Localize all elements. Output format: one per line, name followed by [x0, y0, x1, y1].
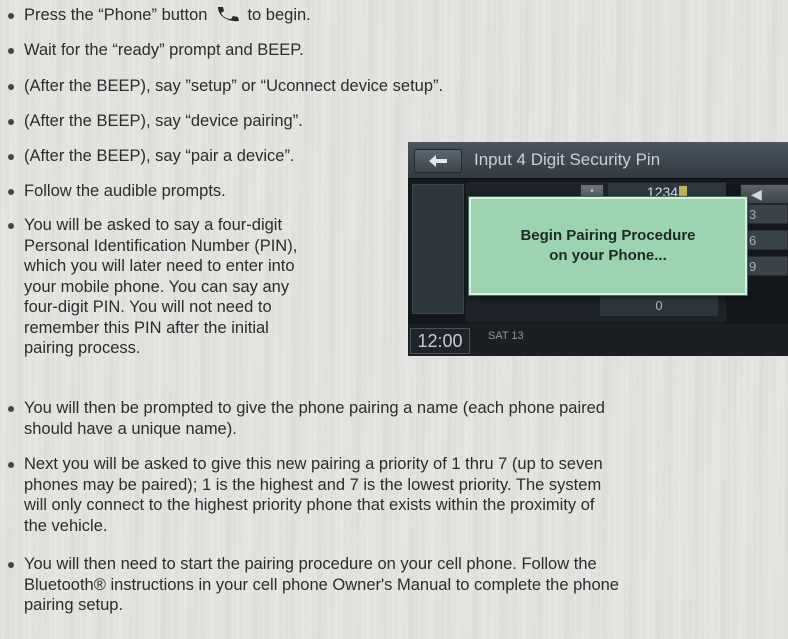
bullet-text: to begin. [247, 6, 311, 24]
key-9[interactable]: 9 [742, 256, 788, 276]
left-panel [412, 184, 464, 314]
bullet-line: which you will later need to enter into [24, 257, 295, 275]
dialog-line-2: on your Phone... [549, 247, 667, 264]
bullet-line: phones may be paired); 1 is the highest … [24, 475, 602, 494]
backspace-button[interactable]: ◀ [740, 184, 788, 204]
bullet-line: will only connect to the highest priorit… [24, 496, 595, 514]
bullet-line: You will be asked to say a four-digit [24, 216, 283, 234]
bullet-line: your mobile phone. You can say any [24, 277, 290, 296]
backspace-arrow-icon: ◀ [751, 186, 762, 202]
bullet-line: the vehicle. [24, 516, 108, 535]
bullet-wait-ready: Wait for the “ready” prompt and BEEP. [8, 40, 788, 61]
date-label: SAT 13 [488, 330, 524, 342]
bullet-text: Press the “Phone” button [24, 6, 208, 24]
bullet-line: pairing process. [24, 339, 141, 357]
bullet-line: Bluetooth® instructions in your cell pho… [24, 575, 619, 594]
bullet-pin-info: You will be asked to say a four-digit Pe… [8, 215, 394, 359]
bullet-line: You will then need to start the pairing … [24, 555, 597, 573]
bullet-cell-phone-procedure: You will then need to start the pairing … [8, 554, 788, 616]
bullet-line: pairing setup. [24, 596, 124, 614]
bullet-name-pairing: You will then be prompted to give the ph… [8, 398, 788, 439]
phone-handset-icon [215, 6, 241, 22]
back-arrow-icon [429, 155, 447, 167]
clock: 12:00 [410, 328, 470, 354]
pairing-dialog: Begin Pairing Procedure on your Phone... [469, 197, 747, 295]
bullet-line: should have a unique name). [24, 419, 237, 438]
key-3[interactable]: 3 [742, 204, 788, 224]
back-button[interactable] [414, 149, 462, 173]
bullet-line: four-digit PIN. You will not need to [24, 298, 272, 316]
bullet-line: Personal Identification Number (PIN), [24, 236, 298, 255]
radio-screen-image: Input 4 Digit Security Pin * 1234 ◀ 3 6 … [408, 142, 788, 356]
bullet-line: remember this PIN after the initial [24, 318, 269, 337]
screen-title: Input 4 Digit Security Pin [474, 150, 661, 169]
bullet-follow-prompts: Follow the audible prompts. [8, 181, 394, 202]
bullet-priority: Next you will be asked to give this new … [8, 454, 788, 536]
bullet-line: Next you will be asked to give this new … [24, 455, 603, 473]
bullet-line: You will then be prompted to give the ph… [24, 399, 605, 417]
bullet-say-pair-device: (After the BEEP), say “pair a device”. [8, 146, 394, 167]
screen-footer: 12:00 SAT 13 [408, 324, 788, 356]
bullet-press-phone-button: Press the “Phone” button to begin. [8, 5, 788, 26]
key-6[interactable]: 6 [742, 230, 788, 250]
screen-header: Input 4 Digit Security Pin [408, 142, 788, 179]
bullet-say-device-pairing: (After the BEEP), say “device pairing”. [8, 111, 394, 132]
dialog-line-1: Begin Pairing Procedure [520, 227, 696, 244]
key-0[interactable]: 0 [600, 296, 718, 316]
bullet-say-setup: (After the BEEP), say ”setup” or “Uconne… [8, 76, 788, 97]
